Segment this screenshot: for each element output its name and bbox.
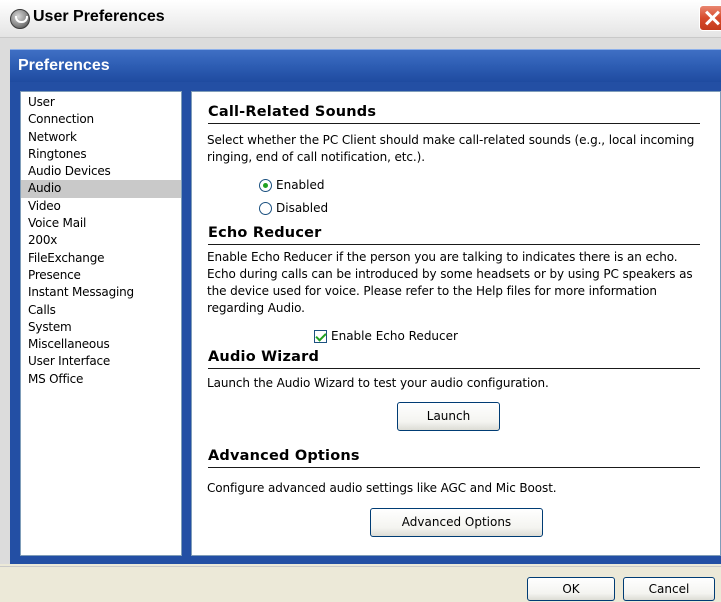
sidebar-item-miscellaneous[interactable]: Miscellaneous (21, 336, 181, 353)
preferences-title: Preferences (18, 57, 110, 74)
echo-reducer-checkbox-option[interactable]: Enable Echo Reducer (314, 329, 458, 343)
enabled-radio[interactable] (259, 178, 272, 192)
sidebar-item-fileexchange[interactable]: FileExchange (21, 250, 181, 267)
cancel-button[interactable]: Cancel (623, 577, 715, 601)
sidebar-item-audio[interactable]: Audio (21, 180, 181, 198)
disabled-radio-label: Disabled (276, 201, 329, 215)
sidebar-item-user-interface[interactable]: User Interface (21, 353, 181, 370)
audio-wizard-heading: Audio Wizard (208, 349, 320, 365)
sidebar-item-audio-devices[interactable]: Audio Devices (21, 163, 181, 180)
disabled-radio[interactable] (259, 201, 272, 215)
audio-wizard-divider (208, 368, 700, 369)
sidebar-item-video[interactable]: Video (21, 198, 181, 215)
footer-divider (0, 566, 721, 567)
advanced-options-description: Configure advanced audio settings like A… (207, 481, 557, 495)
call-sounds-heading: Call-Related Sounds (208, 104, 377, 120)
sidebar-item-instant-messaging[interactable]: Instant Messaging (21, 284, 181, 301)
echo-reducer-checkbox[interactable] (314, 329, 327, 343)
launch-button[interactable]: Launch (397, 402, 500, 431)
window-title: User Preferences (33, 8, 165, 25)
call-sounds-divider (208, 123, 700, 124)
disabled-radio-option[interactable]: Disabled (259, 201, 328, 215)
ok-button[interactable]: OK (527, 577, 615, 601)
sidebar-item-system[interactable]: System (21, 319, 181, 336)
sidebar-item-network[interactable]: Network (21, 129, 181, 146)
category-list[interactable]: User Connection Network Ringtones Audio … (20, 91, 182, 556)
title-bar: User Preferences (0, 0, 721, 38)
sidebar-item-ms-office[interactable]: MS Office (21, 371, 181, 388)
audio-wizard-description: Launch the Audio Wizard to test your aud… (207, 376, 549, 390)
advanced-options-divider (208, 467, 700, 468)
app-logo-icon (10, 9, 30, 29)
preferences-header: Preferences (10, 49, 721, 82)
sidebar-item-ringtones[interactable]: Ringtones (21, 146, 181, 163)
echo-reducer-divider (208, 244, 700, 245)
sidebar-item-presence[interactable]: Presence (21, 267, 181, 284)
sidebar-item-calls[interactable]: Calls (21, 302, 181, 319)
close-icon[interactable] (699, 5, 721, 31)
advanced-options-heading: Advanced Options (208, 448, 360, 464)
advanced-options-button[interactable]: Advanced Options (370, 508, 543, 537)
echo-reducer-description: Enable Echo Reducer if the person you ar… (207, 250, 693, 315)
sidebar-item-voice-mail[interactable]: Voice Mail (21, 215, 181, 232)
sidebar-item-user[interactable]: User (21, 94, 181, 111)
call-sounds-description: Select whether the PC Client should make… (207, 133, 695, 164)
enabled-radio-label: Enabled (276, 178, 325, 192)
enabled-radio-option[interactable]: Enabled (259, 178, 325, 192)
sidebar-item-200x[interactable]: 200x (21, 232, 181, 249)
sidebar-item-connection[interactable]: Connection (21, 111, 181, 128)
echo-reducer-heading: Echo Reducer (208, 225, 322, 241)
echo-reducer-checkbox-label: Enable Echo Reducer (331, 329, 458, 343)
